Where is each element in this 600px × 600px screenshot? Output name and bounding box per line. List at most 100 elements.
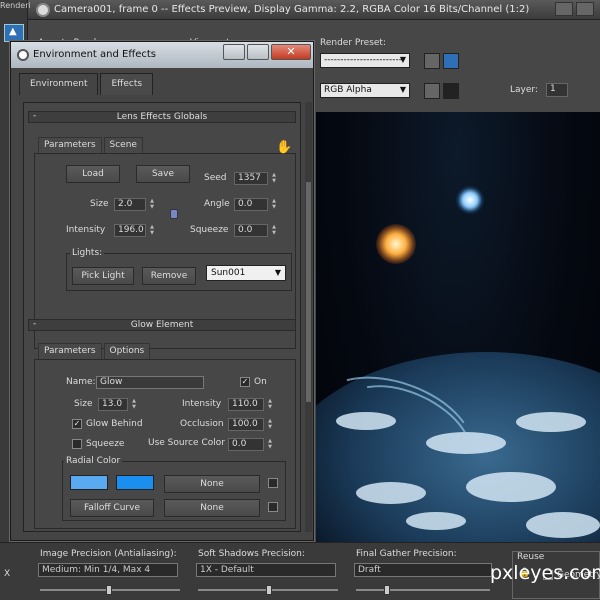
render-preset-dropdown[interactable]: ------------------------ ▼ [320, 53, 410, 68]
spinner-arrows-icon[interactable]: ▲ ▼ [270, 224, 278, 237]
spinner-arrows-icon[interactable]: ▲ ▼ [270, 198, 278, 211]
spinner-arrows-icon[interactable]: ▲ ▼ [266, 438, 274, 451]
use-source-color-spinner[interactable]: 0.0 [228, 438, 264, 451]
falloff-map-button[interactable]: None [164, 499, 260, 517]
left-strip-label: Renderi [0, 1, 31, 10]
spinner-arrows-icon[interactable]: ▲ ▼ [130, 398, 138, 411]
display-alpha-icon[interactable] [443, 83, 459, 99]
radial-color-map-checkbox[interactable] [268, 478, 278, 488]
angle-label: Angle [204, 199, 230, 209]
lights-selected: Sun001 [211, 268, 246, 278]
image-precision-dropdown[interactable]: Medium: Min 1/4, Max 4 [38, 563, 178, 577]
scrollbar-thumb[interactable] [306, 182, 311, 402]
chevron-down-icon: ▼ [399, 55, 406, 64]
image-precision-slider-thumb[interactable] [106, 585, 112, 595]
image-precision-label: Image Precision (Antialiasing): [40, 549, 177, 559]
dialog-scrollbar[interactable] [305, 102, 312, 532]
tab-scene[interactable]: Scene [103, 137, 143, 153]
dialog-tabs: Environment Effects [19, 73, 155, 95]
rendered-image [316, 112, 600, 542]
cloud-shape [526, 512, 600, 538]
close-icon[interactable]: ✕ [271, 44, 311, 60]
name-label: Name: [66, 377, 96, 387]
pick-light-button[interactable]: Pick Light [72, 267, 134, 285]
lights-dropdown[interactable]: Sun001 ▼ [206, 265, 286, 281]
final-gather-dropdown[interactable]: Draft [354, 563, 492, 577]
dialog-maximize-button[interactable] [247, 44, 269, 60]
final-gather-label: Final Gather Precision: [356, 549, 457, 559]
render-minimize-button[interactable] [555, 2, 573, 16]
spinner-arrows-icon[interactable]: ▲ ▼ [148, 198, 156, 211]
glow-element-rollout-header[interactable]: - Glow Element [28, 319, 296, 331]
tab-options[interactable]: Options [103, 343, 151, 359]
final-gather-slider-thumb[interactable] [384, 585, 390, 595]
glow-intensity-spinner[interactable]: 110.0 [228, 398, 264, 411]
blue-star-glow [456, 186, 484, 214]
glow-size-spinner[interactable]: 13.0 [98, 398, 128, 411]
mono-channel-icon[interactable] [424, 83, 440, 99]
channel-dropdown[interactable]: RGB Alpha ▼ [320, 83, 410, 98]
tab-parameters[interactable]: Parameters [38, 343, 102, 359]
render-setup-icon[interactable] [424, 53, 440, 69]
falloff-curve-button[interactable]: Falloff Curve [70, 499, 154, 517]
radial-color-swatch-1[interactable] [70, 475, 108, 490]
glow-subtabs: Parameters Options [38, 343, 152, 359]
squeeze-spinner[interactable]: 0.0 [234, 224, 268, 237]
soft-shadows-label: Soft Shadows Precision: [198, 549, 305, 559]
lens-globals-rollout-header[interactable]: - Lens Effects Globals [28, 111, 296, 123]
environment-effects-icon[interactable] [443, 53, 459, 69]
tab-parameters[interactable]: Parameters [38, 137, 102, 153]
dialog-titlebar[interactable]: Environment and Effects ✕ [11, 42, 313, 68]
falloff-map-checkbox[interactable] [268, 502, 278, 512]
soft-shadows-dropdown[interactable]: 1X - Default [196, 563, 336, 577]
layer-spinner[interactable]: 1 [546, 83, 568, 97]
render-window-title: Camera001, frame 0 -- Effects Preview, D… [54, 4, 530, 15]
size-spinner[interactable]: 2.0 [114, 198, 146, 211]
lens-globals-title: Lens Effects Globals [116, 112, 208, 122]
seed-label: Seed [204, 173, 227, 183]
lock-icon[interactable] [170, 209, 178, 219]
cloud-shape [406, 512, 466, 530]
tab-effects[interactable]: Effects [100, 73, 154, 95]
reuse-label: Reuse [517, 552, 545, 562]
intensity-label: Intensity [66, 225, 106, 235]
tab-environment[interactable]: Environment [19, 73, 99, 95]
spinner-arrows-icon[interactable]: ▲ ▼ [148, 224, 156, 237]
on-checkbox[interactable]: ✓ [240, 377, 250, 387]
squeeze-label: Squeeze [190, 225, 229, 235]
app-icon [17, 49, 29, 61]
lights-label: Lights: [70, 248, 105, 258]
glow-element-title: Glow Element [130, 320, 194, 330]
radial-color-swatch-2[interactable] [116, 475, 154, 490]
save-button[interactable]: Save [136, 165, 190, 183]
dialog-minimize-button[interactable] [223, 44, 245, 60]
name-field[interactable]: Glow [96, 376, 204, 389]
glow-intensity-label: Intensity [182, 399, 222, 409]
glow-size-label: Size [74, 399, 93, 409]
radial-color-map-button[interactable]: None [164, 475, 260, 493]
final-gather-slider[interactable] [356, 589, 490, 591]
chevron-down-icon: ▼ [274, 268, 281, 277]
environment-effects-dialog: Environment and Effects ✕ Environment Ef… [10, 41, 314, 541]
render-window-titlebar[interactable]: Camera001, frame 0 -- Effects Preview, D… [0, 0, 600, 20]
glow-behind-checkbox[interactable]: ✓ [72, 419, 82, 429]
remove-button[interactable]: Remove [142, 267, 196, 285]
spinner-arrows-icon[interactable]: ▲ ▼ [266, 418, 274, 431]
glow-behind-label: Glow Behind [86, 419, 143, 429]
seed-spinner[interactable]: 1357 [234, 172, 268, 185]
arrow-up-icon[interactable] [4, 24, 24, 42]
render-maximize-button[interactable] [576, 2, 594, 16]
angle-spinner[interactable]: 0.0 [234, 198, 268, 211]
occlusion-label: Occlusion [180, 419, 224, 429]
intensity-spinner[interactable]: 196.0 [114, 224, 146, 237]
soft-shadows-slider-thumb[interactable] [266, 585, 272, 595]
spinner-arrows-icon[interactable]: ▲ ▼ [270, 172, 278, 185]
lens-globals-subtabs: Parameters Scene [38, 137, 145, 153]
occlusion-spinner[interactable]: 100.0 [228, 418, 264, 431]
spinner-arrows-icon[interactable]: ▲ ▼ [266, 398, 274, 411]
load-button[interactable]: Load [66, 165, 120, 183]
squeeze-checkbox[interactable] [72, 439, 82, 449]
channel-value: RGB Alpha [324, 85, 372, 95]
sun-glow [376, 224, 416, 264]
glow-squeeze-label: Squeeze [86, 439, 125, 449]
